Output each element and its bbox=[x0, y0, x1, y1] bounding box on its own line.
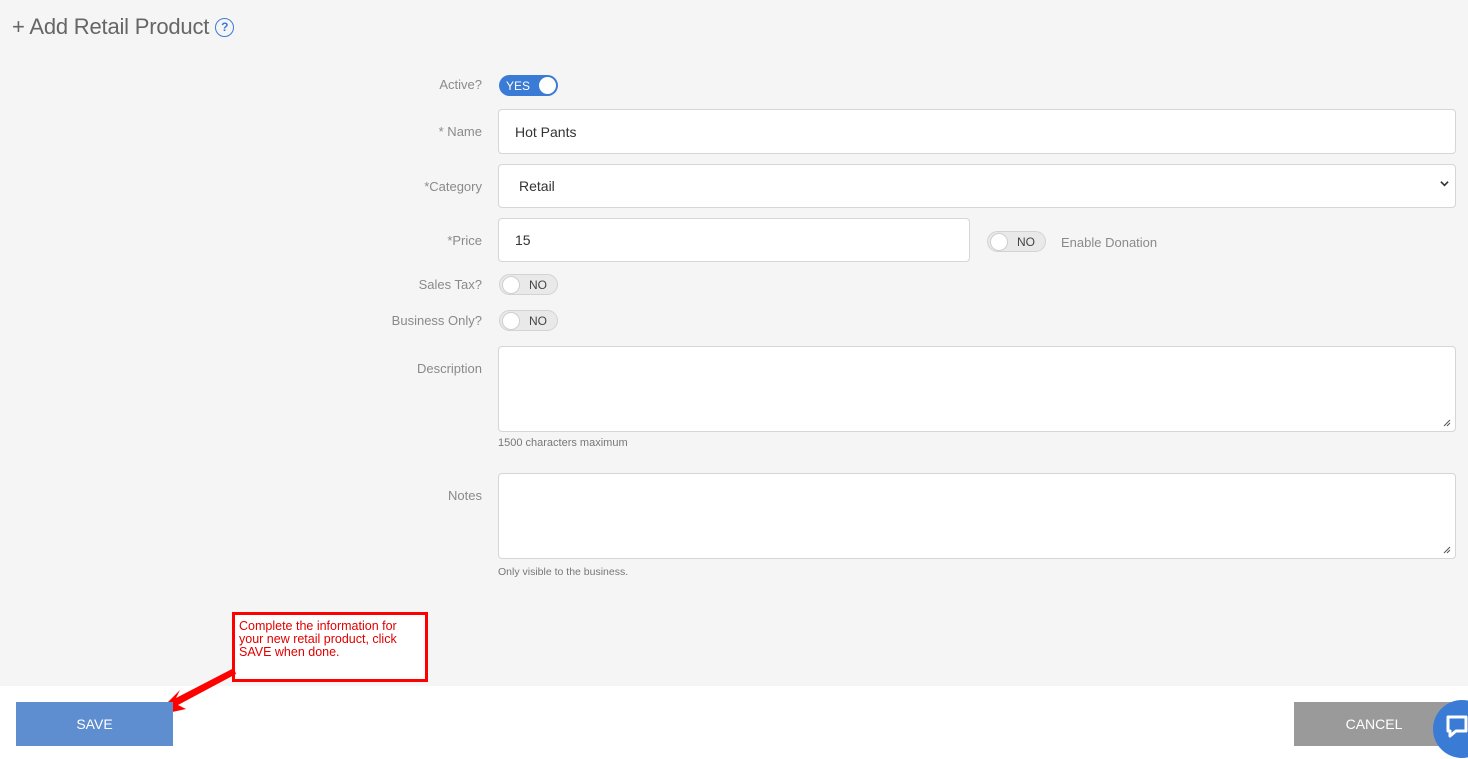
name-input-value: Hot Pants bbox=[515, 123, 577, 140]
toggle-knob bbox=[502, 276, 520, 294]
business-only-label: Business Only? bbox=[391, 313, 482, 328]
page-title-text: + Add Retail Product bbox=[12, 14, 210, 39]
toggle-knob bbox=[539, 77, 556, 94]
donation-toggle[interactable]: NO bbox=[987, 231, 1046, 252]
chevron-down-icon bbox=[1440, 181, 1449, 187]
price-input-value: 15 bbox=[515, 232, 531, 248]
sales-tax-toggle[interactable]: NO bbox=[499, 274, 558, 295]
business-only-toggle[interactable]: NO bbox=[499, 310, 558, 331]
name-label: * Name bbox=[438, 124, 482, 139]
cancel-button[interactable]: CANCEL bbox=[1294, 702, 1454, 746]
category-select-value: Retail bbox=[519, 178, 555, 194]
help-icon[interactable]: ? bbox=[215, 17, 235, 37]
instruction-callout: Complete the information for your new re… bbox=[232, 612, 428, 682]
notes-textarea[interactable] bbox=[498, 473, 1456, 559]
notes-label: Notes bbox=[448, 488, 482, 503]
description-hint: 1500 characters maximum bbox=[498, 437, 628, 449]
notes-hint: Only visible to the business. bbox=[498, 566, 629, 578]
category-select[interactable]: Retail bbox=[498, 164, 1456, 208]
donation-toggle-text: NO bbox=[1017, 234, 1035, 249]
category-label: *Category bbox=[424, 179, 482, 194]
resize-grip-icon[interactable] bbox=[1443, 546, 1451, 554]
resize-grip-icon[interactable] bbox=[1443, 419, 1451, 427]
name-input[interactable]: Hot Pants bbox=[498, 109, 1456, 154]
page-title: + Add Retail Product ? bbox=[12, 14, 235, 40]
active-label: Active? bbox=[439, 77, 482, 92]
sales-tax-toggle-text: NO bbox=[529, 277, 547, 292]
sales-tax-label: Sales Tax? bbox=[418, 277, 482, 292]
price-input[interactable]: 15 bbox=[498, 218, 970, 262]
toggle-knob bbox=[990, 233, 1008, 251]
price-label: *Price bbox=[447, 233, 482, 248]
description-textarea[interactable] bbox=[498, 346, 1456, 432]
description-label: Description bbox=[416, 361, 482, 376]
active-toggle[interactable]: YES bbox=[499, 75, 558, 96]
active-toggle-text: YES bbox=[506, 78, 531, 93]
enable-donation-label: Enable Donation bbox=[1061, 235, 1158, 250]
toggle-knob bbox=[502, 312, 520, 330]
save-button[interactable]: SAVE bbox=[16, 702, 173, 746]
business-only-toggle-text: NO bbox=[529, 313, 547, 328]
